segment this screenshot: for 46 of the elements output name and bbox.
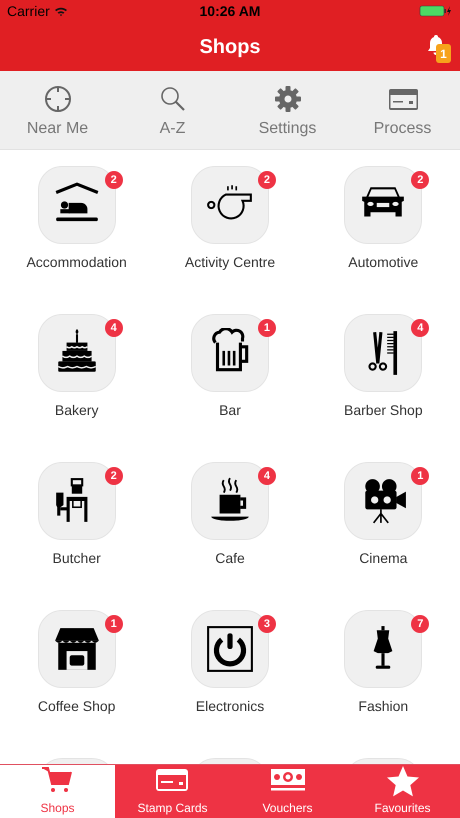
battery-icon (419, 5, 453, 17)
category-tile[interactable] (190, 462, 269, 540)
category-tile[interactable] (344, 166, 422, 244)
count-badge: 2 (258, 171, 276, 189)
category-tile[interactable] (190, 314, 269, 392)
toolbar-button[interactable]: A-Z (115, 71, 230, 149)
category-tile[interactable] (38, 314, 116, 392)
count-badge: 4 (258, 467, 276, 485)
screen-title: Shops (199, 34, 261, 60)
count-badge: 1 (411, 467, 430, 485)
power-icon (204, 624, 255, 674)
category-label: Barber Shop (344, 401, 423, 420)
category-tile[interactable] (344, 314, 422, 392)
category-tile[interactable] (38, 610, 116, 688)
category-label: Coffee Shop (38, 697, 116, 716)
count-badge: 3 (258, 615, 276, 633)
notification-badge: 1 (436, 44, 451, 63)
category-label: Cinema (359, 549, 408, 568)
category-tile[interactable] (344, 462, 422, 540)
category-label: Bakery (54, 401, 98, 420)
crosshair-icon (42, 84, 72, 114)
category-label: Accommodation (26, 253, 127, 272)
settings-icon (272, 84, 302, 114)
category-label: Automotive (348, 253, 418, 272)
category-label: Cafe (215, 549, 245, 568)
category-tile[interactable] (344, 610, 422, 688)
wifi-icon (54, 6, 68, 16)
carrier-label: Carrier (7, 2, 50, 20)
clock-time: 10:26 AM (200, 2, 260, 20)
count-badge: 4 (411, 319, 430, 337)
category-tile[interactable] (38, 462, 116, 540)
tab-item[interactable]: Shops (0, 765, 115, 818)
count-badge: 2 (411, 171, 430, 189)
count-badge: 7 (411, 615, 430, 633)
category-label: Activity Centre (184, 253, 276, 272)
category-label: Butcher (52, 549, 101, 568)
toolbar-button[interactable]: Process (345, 71, 460, 149)
category-tile[interactable] (190, 166, 269, 244)
toolbar-button[interactable]: Settings (230, 71, 345, 149)
category-label: Bar (219, 401, 241, 420)
count-badge: 1 (258, 319, 276, 337)
category-tile[interactable] (38, 166, 116, 244)
toolbar-button[interactable]: Near Me (0, 71, 115, 149)
category-label: Electronics (196, 697, 264, 716)
category-tile[interactable] (190, 610, 269, 688)
category-label: Fashion (358, 697, 408, 716)
